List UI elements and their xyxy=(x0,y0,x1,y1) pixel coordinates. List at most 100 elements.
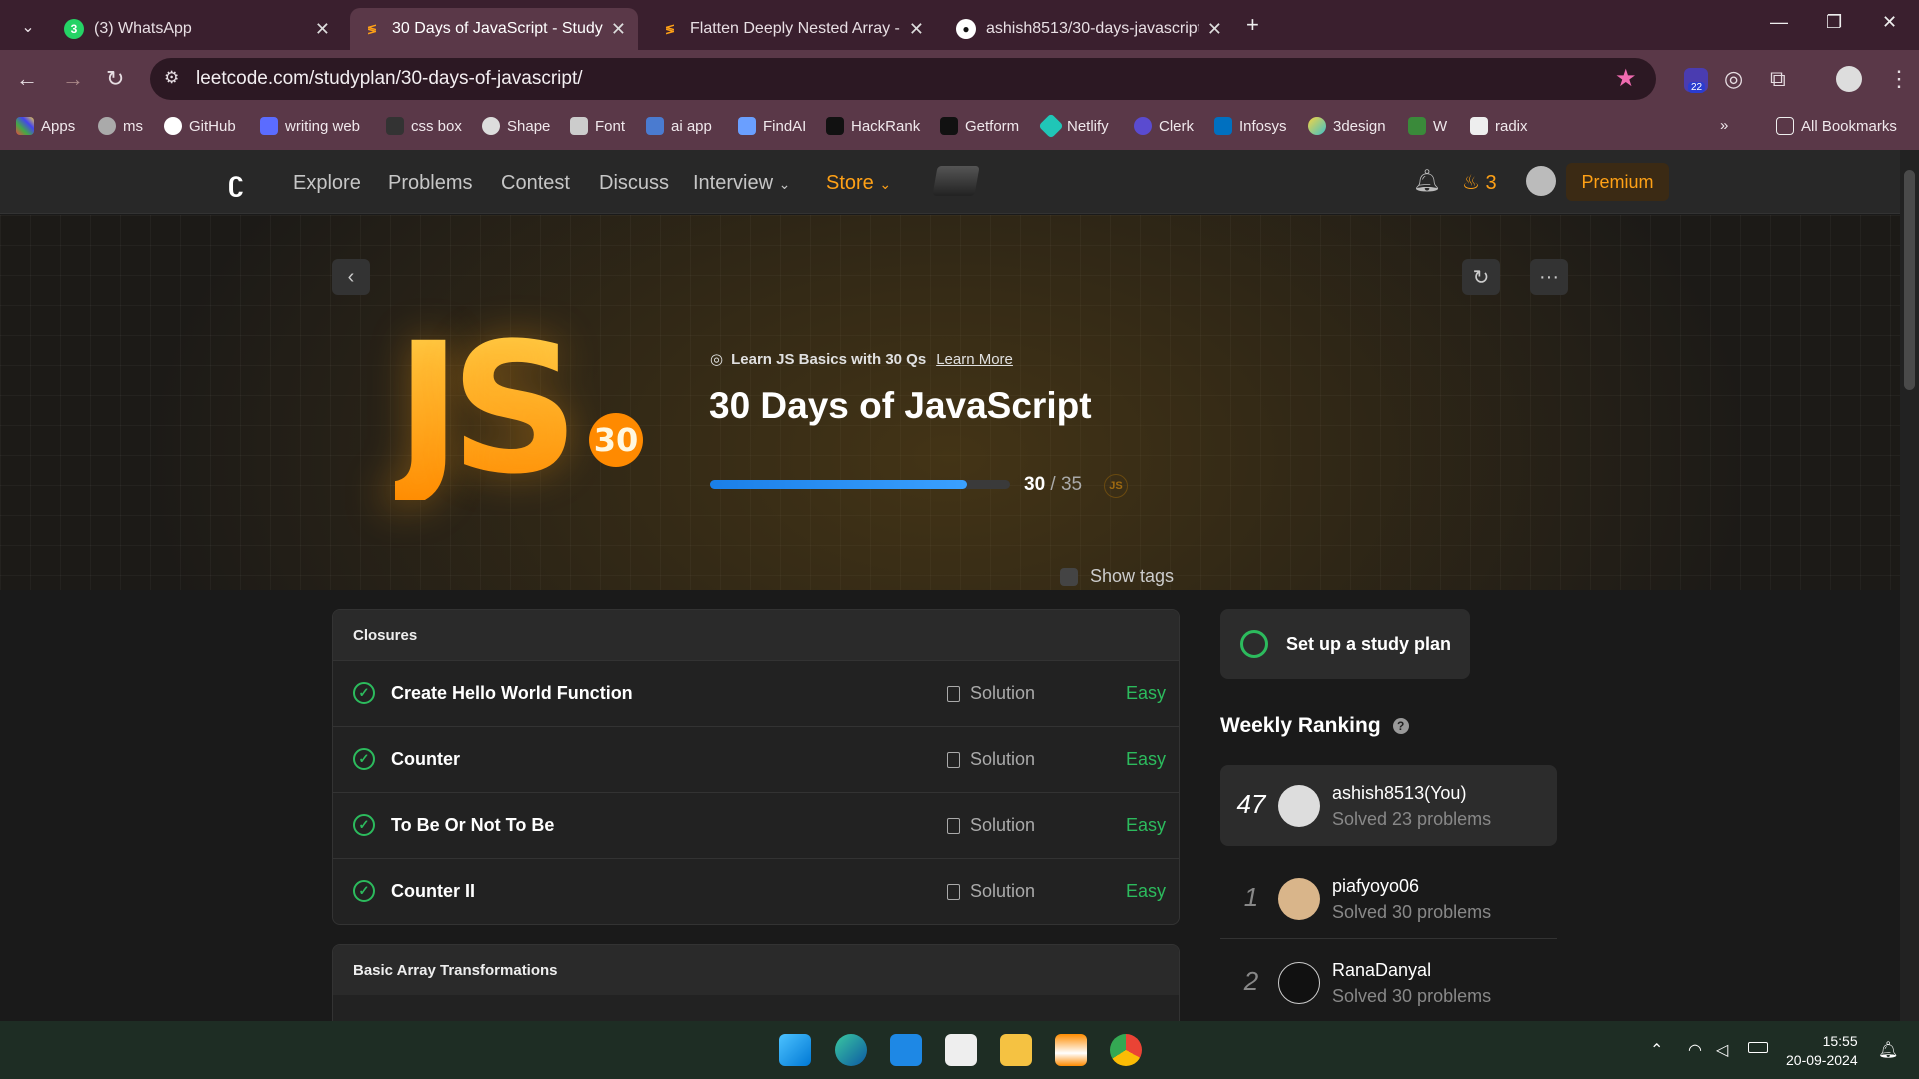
user-avatar[interactable] xyxy=(1526,166,1556,196)
streak-counter[interactable]: ♨ 3 xyxy=(1462,170,1497,195)
ranking-row[interactable]: 2 RanaDanyal Solved 30 problems xyxy=(1220,942,1557,1023)
close-window-button[interactable]: ✕ xyxy=(1882,12,1897,33)
tab-search-button[interactable]: ⌄ xyxy=(10,6,46,48)
ranking-row-self[interactable]: 47 ashish8513(You) Solved 23 problems xyxy=(1220,765,1557,846)
nav-problems[interactable]: Problems xyxy=(388,172,472,195)
bookmark-github[interactable]: GitHub xyxy=(164,117,236,135)
vlc-icon[interactable] xyxy=(1055,1034,1087,1066)
difficulty-label: Easy xyxy=(1126,881,1167,901)
problem-title[interactable]: Counter II xyxy=(391,881,475,902)
more-bookmarks-button[interactable]: » xyxy=(1720,117,1728,134)
problem-title[interactable]: To Be Or Not To Be xyxy=(391,815,554,836)
nav-contest[interactable]: Contest xyxy=(501,172,570,195)
nav-discuss[interactable]: Discuss xyxy=(599,172,669,195)
url-text[interactable]: leetcode.com/studyplan/30-days-of-javasc… xyxy=(196,68,583,90)
js-logo: JS xyxy=(395,305,580,514)
w-icon xyxy=(1408,117,1426,135)
tab-github[interactable]: ● ashish8513/30-days-javascript-l ✕ xyxy=(944,8,1234,50)
help-icon[interactable]: ? xyxy=(1392,718,1409,734)
hackerrank-icon xyxy=(826,117,844,135)
ranking-row[interactable]: 1 piafyoyo06 Solved 30 problems xyxy=(1220,858,1557,939)
notification-icon[interactable]: 🔔︎ xyxy=(1878,1040,1898,1060)
problem-row[interactable]: ✓ Create Hello World Function Solution E… xyxy=(333,660,1179,726)
solution-link[interactable]: Solution xyxy=(947,881,1035,902)
windows-start-icon[interactable] xyxy=(779,1034,811,1066)
nav-store[interactable]: Store ⌄ xyxy=(826,172,891,195)
edge-icon[interactable] xyxy=(835,1034,867,1066)
bookmark-font[interactable]: Font xyxy=(570,117,625,135)
minimize-button[interactable]: — xyxy=(1770,12,1788,33)
scrollbar-thumb[interactable] xyxy=(1904,170,1915,390)
chevron-up-icon[interactable]: ⌃ xyxy=(1650,1040,1663,1060)
battery-icon[interactable] xyxy=(1748,1042,1768,1053)
more-options-button[interactable]: ··· xyxy=(1530,259,1568,295)
solution-link[interactable]: Solution xyxy=(947,749,1035,770)
bookmark-shape[interactable]: Shape xyxy=(482,117,550,135)
bookmark-writing-web[interactable]: writing web xyxy=(260,117,360,135)
site-info-icon[interactable]: ⚙ xyxy=(164,68,179,88)
target-extension-icon[interactable]: ◎ xyxy=(1724,66,1743,92)
bookmark-clerk[interactable]: Clerk xyxy=(1134,117,1194,135)
vscode-icon[interactable] xyxy=(890,1034,922,1066)
bookmark-findai[interactable]: FindAI xyxy=(738,117,806,135)
checkbox[interactable] xyxy=(1060,567,1078,586)
bookmark-radix[interactable]: radix xyxy=(1470,117,1528,135)
bookmark-getform[interactable]: Getform xyxy=(940,117,1019,135)
file-explorer-icon[interactable] xyxy=(1000,1034,1032,1066)
bookmark-css-box[interactable]: css box xyxy=(386,117,462,135)
forward-button[interactable]: → xyxy=(62,66,84,92)
close-icon[interactable]: ✕ xyxy=(909,19,924,40)
back-button[interactable]: ← xyxy=(16,66,38,92)
bookmark-netlify[interactable]: Netlify xyxy=(1038,113,1109,139)
chrome-icon[interactable] xyxy=(1110,1034,1142,1066)
profile-avatar[interactable] xyxy=(1836,66,1862,92)
extensions-puzzle-icon[interactable]: ⧉ xyxy=(1770,66,1786,92)
bell-icon[interactable]: 🔔︎ xyxy=(1413,168,1441,194)
restore-button[interactable]: ❐ xyxy=(1826,12,1842,33)
wifi-icon[interactable]: ◠ xyxy=(1688,1040,1702,1060)
learn-more-link[interactable]: Learn More xyxy=(936,351,1013,368)
refresh-button[interactable]: ↻ xyxy=(1462,259,1500,295)
tab-study-plan[interactable]: ≶ 30 Days of JavaScript - Study Pl ✕ xyxy=(350,8,638,50)
bookmark-infosys[interactable]: Infosys xyxy=(1214,117,1287,135)
solution-link[interactable]: Solution xyxy=(947,683,1035,704)
bookmark-ms[interactable]: ms xyxy=(98,117,143,135)
problem-row[interactable]: ✓ To Be Or Not To Be Solution Easy xyxy=(333,792,1179,858)
leetcode-logo-icon[interactable]: ʗ xyxy=(228,166,244,198)
tab-whatsapp[interactable]: 3 (3) WhatsApp ✕ xyxy=(52,8,342,50)
premium-button[interactable]: Premium xyxy=(1566,163,1669,201)
difficulty-label: Easy xyxy=(1126,683,1167,703)
weekly-ranking-title: Weekly Ranking? xyxy=(1220,714,1409,738)
system-clock[interactable]: 15:55 20-09-2024 xyxy=(1786,1032,1858,1070)
bookmark-star-icon[interactable]: ★ xyxy=(1615,64,1637,93)
volume-icon[interactable]: ◁ xyxy=(1716,1040,1728,1060)
whatsapp-icon: 3 xyxy=(64,19,84,39)
show-tags-toggle[interactable]: Show tags xyxy=(1060,566,1174,587)
bookmark-apps[interactable]: Apps xyxy=(16,117,75,135)
bookmark-w[interactable]: W xyxy=(1408,117,1447,135)
bookmark-ai-app[interactable]: ai app xyxy=(646,117,712,135)
bookmark-hackrank[interactable]: HackRank xyxy=(826,117,920,135)
nav-interview[interactable]: Interview ⌄ xyxy=(693,172,790,195)
bookmark-3design[interactable]: 3design xyxy=(1308,117,1386,135)
new-tab-button[interactable]: + xyxy=(1246,12,1259,38)
check-circle-icon: ✓ xyxy=(353,880,375,902)
reload-button[interactable]: ↻ xyxy=(106,66,124,92)
problem-row[interactable]: ✓ Counter II Solution Easy xyxy=(333,858,1179,924)
problem-row[interactable]: ✓ Counter Solution Easy xyxy=(333,726,1179,792)
close-icon[interactable]: ✕ xyxy=(611,19,626,40)
extension-badge: 22 xyxy=(1688,82,1706,93)
close-icon[interactable]: ✕ xyxy=(1207,19,1222,40)
tab-flatten-array[interactable]: ≶ Flatten Deeply Nested Array - L ✕ xyxy=(648,8,936,50)
menu-kebab-icon[interactable]: ⋮ xyxy=(1888,66,1910,92)
back-arrow-button[interactable]: ‹ xyxy=(332,259,370,295)
nav-explore[interactable]: Explore xyxy=(293,172,361,195)
store-icon[interactable] xyxy=(945,1034,977,1066)
graduation-cap-icon[interactable] xyxy=(932,166,980,196)
solution-link[interactable]: Solution xyxy=(947,815,1035,836)
problem-title[interactable]: Counter xyxy=(391,749,460,770)
all-bookmarks-button[interactable]: All Bookmarks xyxy=(1776,117,1897,135)
problem-title[interactable]: Create Hello World Function xyxy=(391,683,633,704)
close-icon[interactable]: ✕ xyxy=(315,19,330,40)
setup-study-plan-button[interactable]: Set up a study plan xyxy=(1220,609,1470,679)
